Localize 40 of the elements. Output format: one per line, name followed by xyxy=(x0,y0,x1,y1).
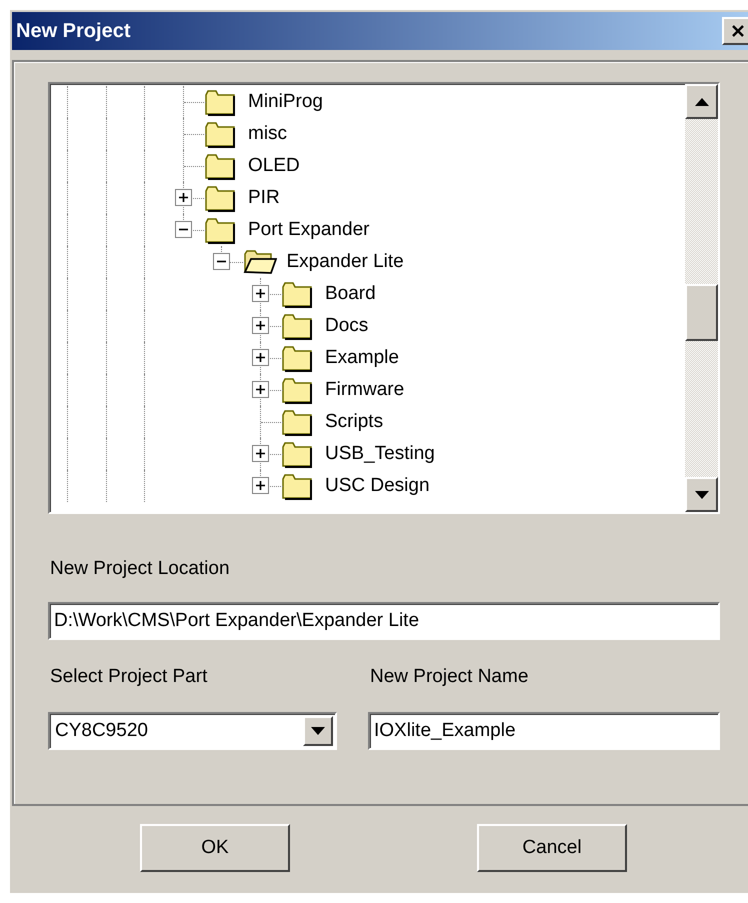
window-title: New Project xyxy=(16,20,130,42)
down-arrow-icon xyxy=(694,490,708,498)
field-label: New Project Location xyxy=(50,558,231,580)
tree-item[interactable]: USC Design xyxy=(325,475,430,497)
project-name-field[interactable]: IOXlite_Example xyxy=(368,712,720,750)
location-field[interactable]: D:\Work\CMS\Port Expander\Expander Lite xyxy=(48,602,720,640)
expand-icon[interactable] xyxy=(252,285,268,302)
tree-item[interactable]: Scripts xyxy=(325,411,384,433)
ok-button[interactable]: OK xyxy=(140,824,290,872)
part-dropdown[interactable]: CY8C9520 xyxy=(48,712,337,750)
tree-item[interactable]: Docs xyxy=(325,315,368,337)
expand-icon[interactable] xyxy=(174,189,192,206)
expand-icon[interactable] xyxy=(252,477,268,494)
tree-item[interactable]: OLED xyxy=(248,155,300,177)
cancel-button[interactable]: Cancel xyxy=(477,824,627,872)
tree-item[interactable]: PIR xyxy=(248,187,280,209)
collapse-icon[interactable] xyxy=(174,221,192,238)
close-icon xyxy=(729,23,747,39)
dropdown-arrow-icon xyxy=(311,727,325,735)
field-label: New Project Name xyxy=(370,666,530,688)
tree-item[interactable]: Board xyxy=(325,283,376,305)
close-button[interactable] xyxy=(722,17,748,45)
tree-item[interactable]: Firmware xyxy=(325,379,404,401)
collapse-icon[interactable] xyxy=(213,253,230,270)
tree-item[interactable]: MiniProg xyxy=(248,91,323,113)
scroll-thumb[interactable] xyxy=(685,284,718,341)
tree-item[interactable]: Port Expander xyxy=(248,219,370,241)
expand-icon[interactable] xyxy=(252,381,268,398)
up-arrow-icon xyxy=(694,98,708,106)
expand-icon[interactable] xyxy=(252,445,268,462)
tree-item[interactable]: Example xyxy=(325,347,399,369)
tree-item[interactable]: Expander Lite xyxy=(286,251,404,273)
field-label: Select Project Part xyxy=(50,666,208,688)
tree-item[interactable]: USB_Testing xyxy=(325,443,435,465)
tree-item[interactable]: misc xyxy=(248,123,288,145)
scrollbar[interactable] xyxy=(685,84,718,512)
expand-icon[interactable] xyxy=(252,349,268,366)
expand-icon[interactable] xyxy=(252,317,268,334)
scroll-down-button[interactable] xyxy=(685,477,718,512)
scroll-up-button[interactable] xyxy=(685,84,718,119)
